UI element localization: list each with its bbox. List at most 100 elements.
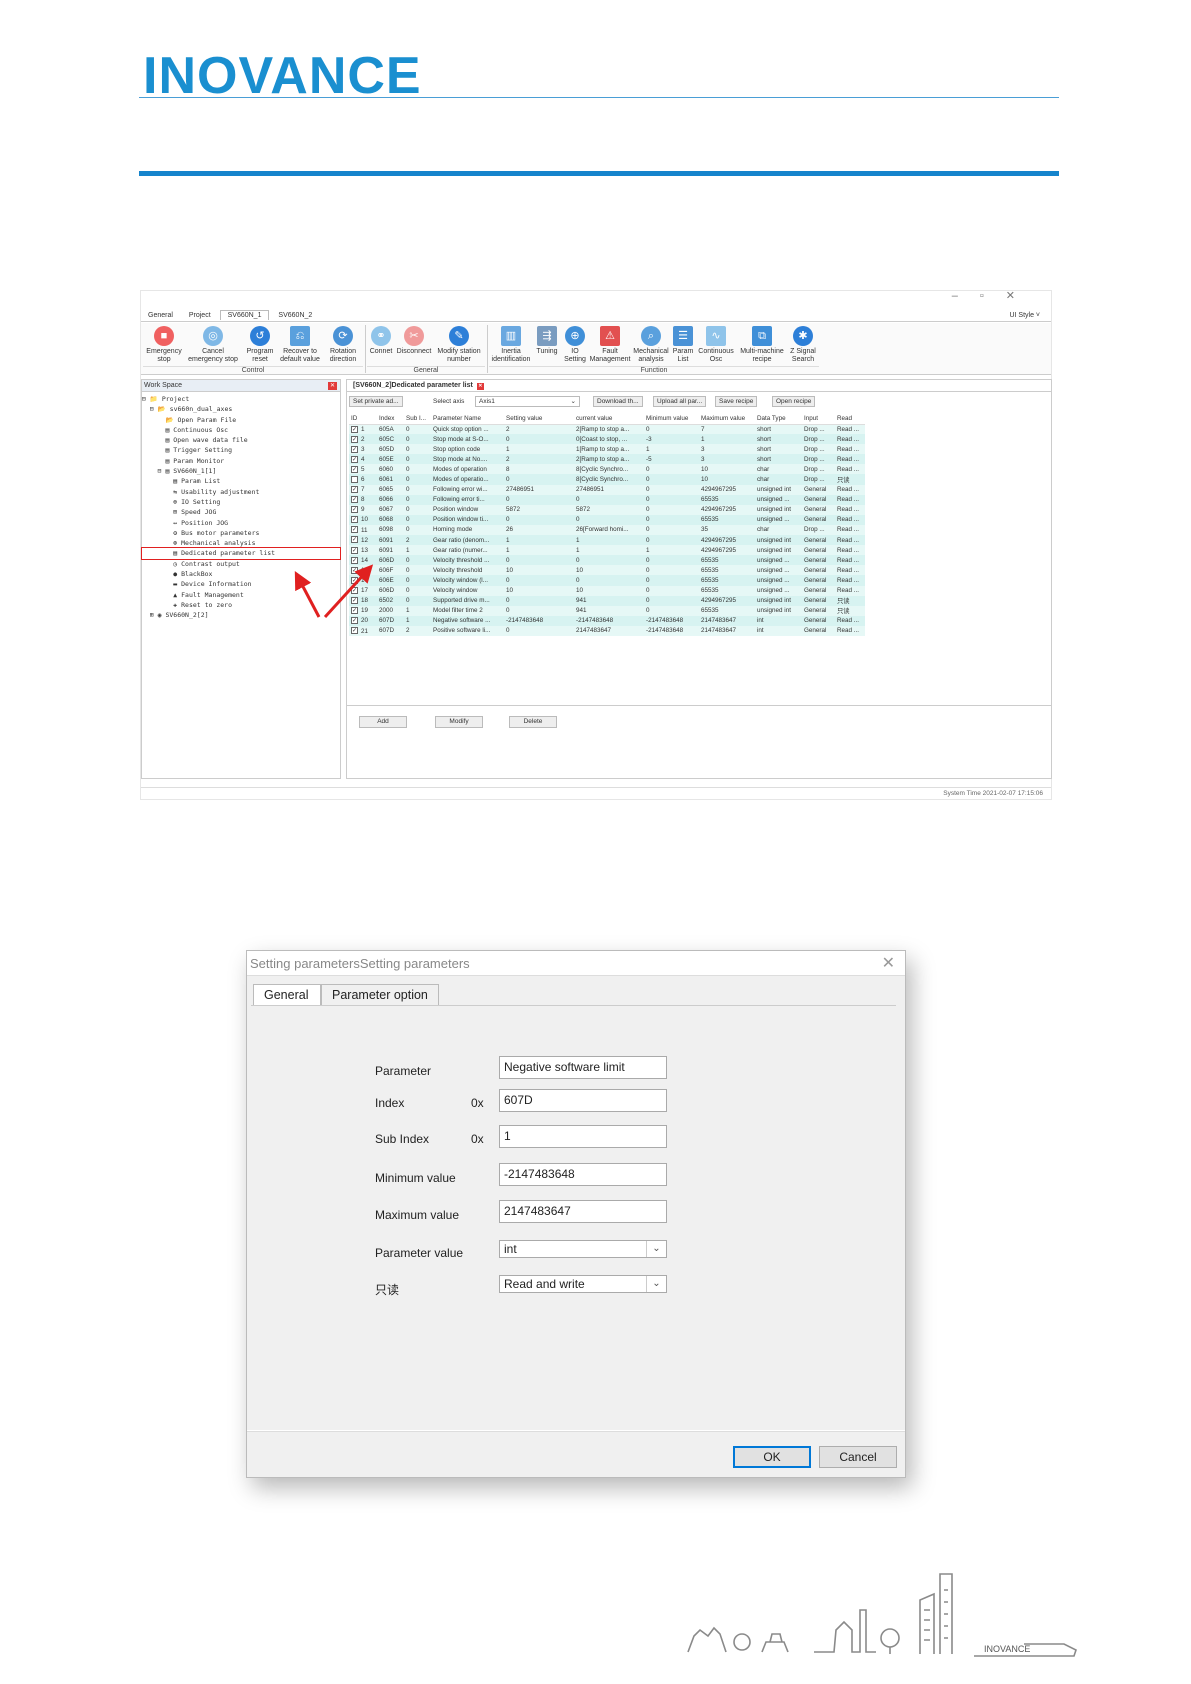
row-checkbox[interactable]: ✓ xyxy=(351,435,358,443)
axis-select[interactable]: Axis1 ⌄ xyxy=(475,396,580,407)
tab-parameter-option[interactable]: Parameter option xyxy=(321,984,439,1005)
ui-style-menu[interactable]: UI Style ˅ xyxy=(1002,311,1047,320)
ok-button[interactable]: OK xyxy=(733,1446,811,1468)
row-checkbox[interactable]: ✓ xyxy=(351,455,358,463)
tree-item[interactable]: 📂 Open Param File xyxy=(142,415,340,425)
rotation-direction-button[interactable]: ⟳ Rotation direction xyxy=(323,326,363,364)
minimum-value-field[interactable]: -2147483648 xyxy=(499,1163,667,1186)
table-row[interactable]: ✓ 17 606D 0 Velocity window 10 10 0 65535 unsigne… xyxy=(349,585,865,596)
column-header[interactable]: Index xyxy=(377,413,404,425)
delete-button[interactable]: Delete xyxy=(509,716,557,728)
close-icon[interactable]: ✕ xyxy=(328,382,337,390)
open-recipe-button[interactable]: Open recipe xyxy=(772,396,816,407)
menu-sv660n-1[interactable]: SV660N_1 xyxy=(219,310,270,320)
row-checkbox[interactable]: ✓ xyxy=(351,627,358,635)
table-row[interactable]: ✓ 14 606D 0 Velocity threshold ... 0 0 0 65535 un… xyxy=(349,555,865,566)
tree-item[interactable]: ▤ Param List xyxy=(142,476,340,486)
tree-item[interactable]: ↔ Position JOG xyxy=(142,518,340,528)
parameter-name-field[interactable]: Negative software limit xyxy=(499,1056,667,1079)
window-controls[interactable]: –▫✕ xyxy=(952,289,1037,302)
save-recipe-button[interactable]: Save recipe xyxy=(715,396,758,407)
subindex-field[interactable]: 1 xyxy=(499,1125,667,1148)
emergency-stop-button[interactable]: ■ Emergency stop xyxy=(143,326,185,364)
menu-general[interactable]: General xyxy=(141,311,180,320)
download-button[interactable]: Download th... xyxy=(593,396,643,407)
tree-item[interactable]: ▤ Continuous Osc xyxy=(142,425,340,435)
row-checkbox[interactable] xyxy=(351,475,358,483)
fault-management-button[interactable]: ⚠ Fault Management xyxy=(589,326,631,364)
table-row[interactable]: ✓ 20 607D 1 Negative software ... -2147483648… xyxy=(349,615,865,626)
close-icon[interactable]: ✕ xyxy=(882,953,895,973)
continuous-osc-button[interactable]: ∿ Continuous Osc xyxy=(695,326,737,364)
recover-default-button[interactable]: ⎌ Recover to default value xyxy=(277,326,323,364)
column-header[interactable]: Read xyxy=(835,413,865,425)
tree-item[interactable]: ⊟ 📁 Project xyxy=(142,394,340,404)
menu-project[interactable]: Project xyxy=(182,311,218,320)
table-row[interactable]: ✓ 18 6502 0 Supported drive m... 0 941 0 4294967… xyxy=(349,595,865,606)
table-row[interactable]: ✓ 5 6060 0 Modes of operation 8 8[Cyclic Synch… xyxy=(349,464,865,475)
read-only-select[interactable]: Read and write ⌄ xyxy=(499,1275,667,1293)
mechanical-analysis-button[interactable]: ⌕ Mechanical analysis xyxy=(631,326,671,364)
tree-item[interactable]: ▤ Trigger Setting xyxy=(142,445,340,455)
add-button[interactable]: Add xyxy=(359,716,407,728)
tree-item[interactable]: ▤ Open wave data file xyxy=(142,435,340,445)
modify-station-button[interactable]: ✎ Modify station number xyxy=(433,326,485,364)
close-icon[interactable]: ✕ xyxy=(476,383,484,390)
index-field[interactable]: 607D xyxy=(499,1089,667,1112)
tree-item[interactable]: ⊞ Speed JOG xyxy=(142,507,340,517)
column-header[interactable]: Minimum value xyxy=(644,413,699,425)
pane-tab[interactable]: [SV660N_2]Dedicated parameter list ✕ xyxy=(347,380,1051,392)
row-checkbox[interactable]: ✓ xyxy=(351,496,358,504)
table-row[interactable]: ✓ 7 6065 0 Following error wi... 27486951 2748… xyxy=(349,484,865,495)
tree-item[interactable]: ⊟ ▤ SV660N_1[1] xyxy=(142,466,340,476)
row-checkbox[interactable]: ✓ xyxy=(351,506,358,514)
table-row[interactable]: ✓ 19 2000 1 Model filter time 2 0 941 0 65535 uns… xyxy=(349,605,865,616)
column-header[interactable]: current value xyxy=(574,413,644,425)
tree-item[interactable]: ⇆ Usability adjustment xyxy=(142,487,340,497)
table-row[interactable]: ✓ 10 6068 0 Position window ti... 0 0 0 65535 uns… xyxy=(349,514,865,525)
column-header[interactable]: Maximum value xyxy=(699,413,755,425)
column-header[interactable]: ID xyxy=(349,413,377,425)
disconnect-button[interactable]: ✂ Disconnect xyxy=(395,326,433,356)
multi-machine-recipe-button[interactable]: ⧉ Multi-machine recipe xyxy=(737,326,787,364)
table-row[interactable]: ✓ 3 605D 0 Stop option code 1 1[Ramp to stop a… xyxy=(349,444,865,455)
table-row[interactable]: ✓ 1 605A 0 Quick stop option ... 2 2[Ramp to s… xyxy=(349,424,865,435)
inertia-identification-button[interactable]: ▥ Inertia identification xyxy=(489,326,533,364)
cancel-button[interactable]: Cancel xyxy=(819,1446,897,1468)
tab-general[interactable]: General xyxy=(253,984,321,1005)
table-row[interactable]: ✓ 8 6066 0 Following error ti... 0 0 0 65535 unsi… xyxy=(349,494,865,505)
table-row[interactable]: ✓ 15 606F 0 Velocity threshold 10 10 0 65535 unsi… xyxy=(349,565,865,576)
z-signal-search-button[interactable]: ✱ Z Signal Search xyxy=(787,326,819,364)
table-row[interactable]: 6 6061 0 Modes of operatio... 0 8[Cyclic Sync… xyxy=(349,474,865,485)
connect-button[interactable]: ⚭ Connet xyxy=(367,326,395,356)
row-checkbox[interactable]: ✓ xyxy=(351,516,358,524)
row-checkbox[interactable]: ✓ xyxy=(351,425,358,433)
row-checkbox[interactable]: ✓ xyxy=(351,465,358,473)
column-header[interactable]: Setting value xyxy=(504,413,574,425)
set-private-button[interactable]: Set private ad... xyxy=(349,396,403,407)
table-row[interactable]: ✓ 4 605E 0 Stop mode at No.... 2 2[Ramp to sto… xyxy=(349,454,865,465)
io-setting-button[interactable]: ⊕ IO Setting xyxy=(561,326,589,364)
table-row[interactable]: ✓ 13 6091 1 Gear ratio (numer... 1 1 1 429496729… xyxy=(349,545,865,556)
cancel-emergency-stop-button[interactable]: ◎ Cancel emergency stop xyxy=(187,326,239,364)
tree-item[interactable]: ⊕ IO Setting xyxy=(142,497,340,507)
column-header[interactable]: Parameter Name xyxy=(431,413,504,425)
table-row[interactable]: ✓ 2 605C 0 Stop mode at S-O... 0 0[Coast to st… xyxy=(349,434,865,445)
tree-item[interactable]: ▤ Param Monitor xyxy=(142,456,340,466)
table-row[interactable]: ✓ 16 606E 0 Velocity window (l... 0 0 0 65535 uns… xyxy=(349,575,865,586)
column-header[interactable]: Data Type xyxy=(755,413,802,425)
program-reset-button[interactable]: ↺ Program reset xyxy=(243,326,277,364)
table-row[interactable]: ✓ 12 6091 2 Gear ratio (denom... 1 1 0 429496729… xyxy=(349,535,865,546)
row-checkbox[interactable]: ✓ xyxy=(351,445,358,453)
param-list-button[interactable]: ☰ Param List xyxy=(671,326,695,364)
parameter-type-select[interactable]: int ⌄ xyxy=(499,1240,667,1258)
menu-sv660n-2[interactable]: SV660N_2 xyxy=(271,311,319,320)
table-row[interactable]: ✓ 9 6067 0 Position window 5872 5872 0 429496729… xyxy=(349,504,865,515)
column-header[interactable]: Input xyxy=(802,413,835,425)
column-header[interactable]: Sub I... xyxy=(404,413,431,425)
tree-item[interactable]: ⊟ 📂 sv660n_dual_axes xyxy=(142,404,340,414)
modify-button[interactable]: Modify xyxy=(435,716,483,728)
table-row[interactable]: ✓ 11 6098 0 Homing mode 26 26[Forward homi... 0… xyxy=(349,524,865,536)
maximum-value-field[interactable]: 2147483647 xyxy=(499,1200,667,1223)
upload-button[interactable]: Upload all par... xyxy=(653,396,707,407)
